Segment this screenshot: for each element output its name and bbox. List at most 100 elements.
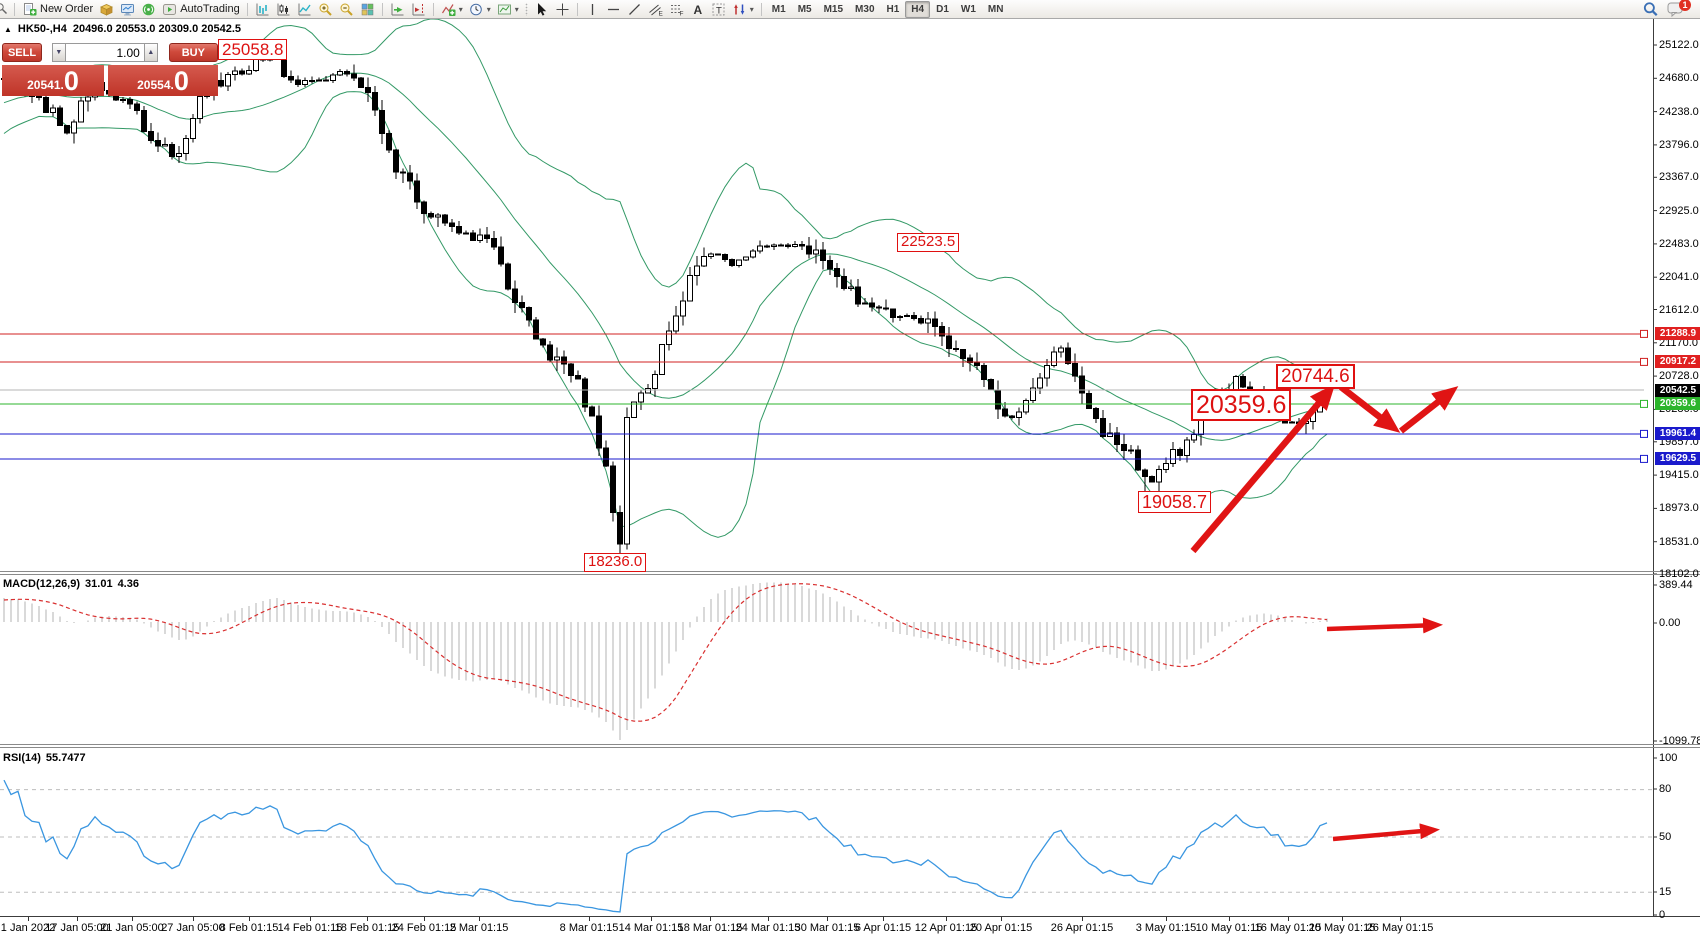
candle-body (709, 254, 714, 257)
hline-handle[interactable] (1641, 330, 1648, 337)
channel-button[interactable]: E (645, 1, 666, 18)
add-indicator-button[interactable]: ▾ (438, 1, 466, 18)
annotation-20359.6[interactable]: 20359.6 (1191, 389, 1291, 421)
hline-handle[interactable] (1641, 358, 1648, 365)
hline-handle[interactable] (1641, 400, 1648, 407)
chevron-down-icon: ▾ (750, 2, 754, 17)
candle-body (387, 134, 392, 150)
periods-button[interactable]: ▾ (466, 1, 494, 18)
time-axis[interactable]: 1 Jan 202217 Jan 05:0021 Jan 05:0027 Jan… (0, 917, 1700, 940)
main-chart-surface[interactable] (0, 19, 1700, 575)
tf-button-M5[interactable]: M5 (792, 1, 818, 18)
volume-input[interactable] (66, 43, 144, 62)
candle-body (1066, 348, 1071, 363)
horizontal-line-button[interactable] (603, 1, 624, 18)
price-tick-label: 22483.0 (1659, 238, 1699, 250)
candle-body (863, 303, 868, 304)
signals-button[interactable] (138, 1, 159, 18)
search-icon[interactable] (1642, 1, 1659, 18)
candle-body (324, 80, 329, 81)
volume-increase-button[interactable]: ▲ (144, 43, 158, 62)
tf-button-M30[interactable]: M30 (849, 1, 880, 18)
zoom-in-button[interactable] (315, 1, 336, 18)
auto-scroll-button[interactable] (387, 1, 408, 18)
arrows-tool-button[interactable]: ▾ (729, 1, 757, 18)
volume-decrease-button[interactable]: ▼ (52, 43, 66, 62)
crosshair-button[interactable] (552, 1, 573, 18)
candle-body (359, 78, 364, 88)
line-chart-button[interactable] (294, 1, 315, 18)
zoom-out-button[interactable] (336, 1, 357, 18)
price-tick-label: 19415.0 (1659, 469, 1699, 481)
candle-body (506, 264, 511, 289)
candle-body (1129, 450, 1134, 451)
cursor-button[interactable] (531, 1, 552, 18)
candle-chart-button[interactable] (273, 1, 294, 18)
tf-button-D1[interactable]: D1 (930, 1, 955, 18)
tf-button-M15[interactable]: M15 (818, 1, 849, 18)
price-tick-label: 23367.0 (1659, 171, 1699, 183)
tf-button-M1[interactable]: M1 (766, 1, 792, 18)
annotation-22523.5[interactable]: 22523.5 (897, 233, 959, 252)
terminal-button[interactable] (117, 1, 138, 18)
tile-windows-icon (360, 2, 375, 17)
candle-body (807, 246, 812, 254)
templates-button[interactable]: ▾ (494, 1, 522, 18)
tf-button-H1[interactable]: H1 (881, 1, 906, 18)
annotation-20744.6[interactable]: 20744.6 (1276, 364, 1355, 389)
rsi-arrow[interactable] (1333, 830, 1434, 839)
candle-body (541, 339, 546, 345)
bar-chart-button[interactable] (252, 1, 273, 18)
tile-windows-button[interactable] (357, 1, 378, 18)
text-label-button[interactable]: T (708, 1, 729, 18)
autotrading-button[interactable]: AutoTrading (159, 1, 243, 18)
buy-price-panel[interactable]: 20554.0 (108, 65, 218, 96)
trend-arrow[interactable] (1341, 387, 1394, 428)
candle-body (1024, 400, 1029, 412)
macd-signal-value: 4.36 (118, 578, 139, 590)
tf-button-MN[interactable]: MN (982, 1, 1010, 18)
sell-button[interactable]: SELL (2, 43, 42, 62)
candle-body (1164, 464, 1169, 470)
candle-body (415, 181, 420, 202)
candle-body (380, 110, 385, 133)
candle-body (597, 416, 602, 448)
sell-price-panel[interactable]: 20541.0 (2, 65, 104, 96)
market-depth-button[interactable] (96, 1, 117, 18)
annotation-19058.7[interactable]: 19058.7 (1138, 491, 1211, 513)
macd-panel-surface[interactable] (0, 575, 1700, 748)
panel-divider[interactable] (0, 744, 1700, 745)
text-button[interactable]: A (687, 1, 708, 18)
fibonacci-button[interactable]: F (666, 1, 687, 18)
trendline-button[interactable] (624, 1, 645, 18)
symbol-marker-icon: ▲ (4, 25, 12, 34)
macd-arrow[interactable] (1327, 625, 1437, 629)
magnifier-stub-icon[interactable] (0, 2, 10, 17)
chat-button[interactable]: 1 (1667, 1, 1687, 17)
candle-body (814, 250, 819, 254)
arrows-tool-icon (732, 2, 747, 17)
tf-button-W1[interactable]: W1 (955, 1, 982, 18)
time-label: 8 Mar 01:15 (560, 922, 619, 934)
candle-body (884, 308, 889, 309)
trend-arrow[interactable] (1401, 391, 1452, 431)
hline-handle[interactable] (1641, 430, 1648, 437)
tf-button-H4[interactable]: H4 (905, 1, 930, 18)
annotation-18236.0[interactable]: 18236.0 (584, 553, 646, 572)
new-order-button[interactable]: New Order (19, 1, 96, 18)
annotation-25058.8[interactable]: 25058.8 (218, 39, 287, 60)
chart-shift-icon (411, 2, 426, 17)
rsi-panel-surface[interactable] (0, 748, 1700, 917)
time-label: 21 Jan 05:00 (100, 922, 164, 934)
buy-button[interactable]: BUY (169, 43, 218, 62)
vertical-line-button[interactable] (582, 1, 603, 18)
chart-shift-button[interactable] (408, 1, 429, 18)
candle-body (891, 309, 896, 318)
sell-price-big: 0 (64, 68, 79, 95)
candle-body (982, 365, 987, 379)
candle-body (919, 319, 924, 323)
hline-handle[interactable] (1641, 455, 1648, 462)
candle-body (471, 233, 476, 241)
panel-divider[interactable] (0, 571, 1700, 572)
price-tick-label: 25122.0 (1659, 39, 1699, 51)
